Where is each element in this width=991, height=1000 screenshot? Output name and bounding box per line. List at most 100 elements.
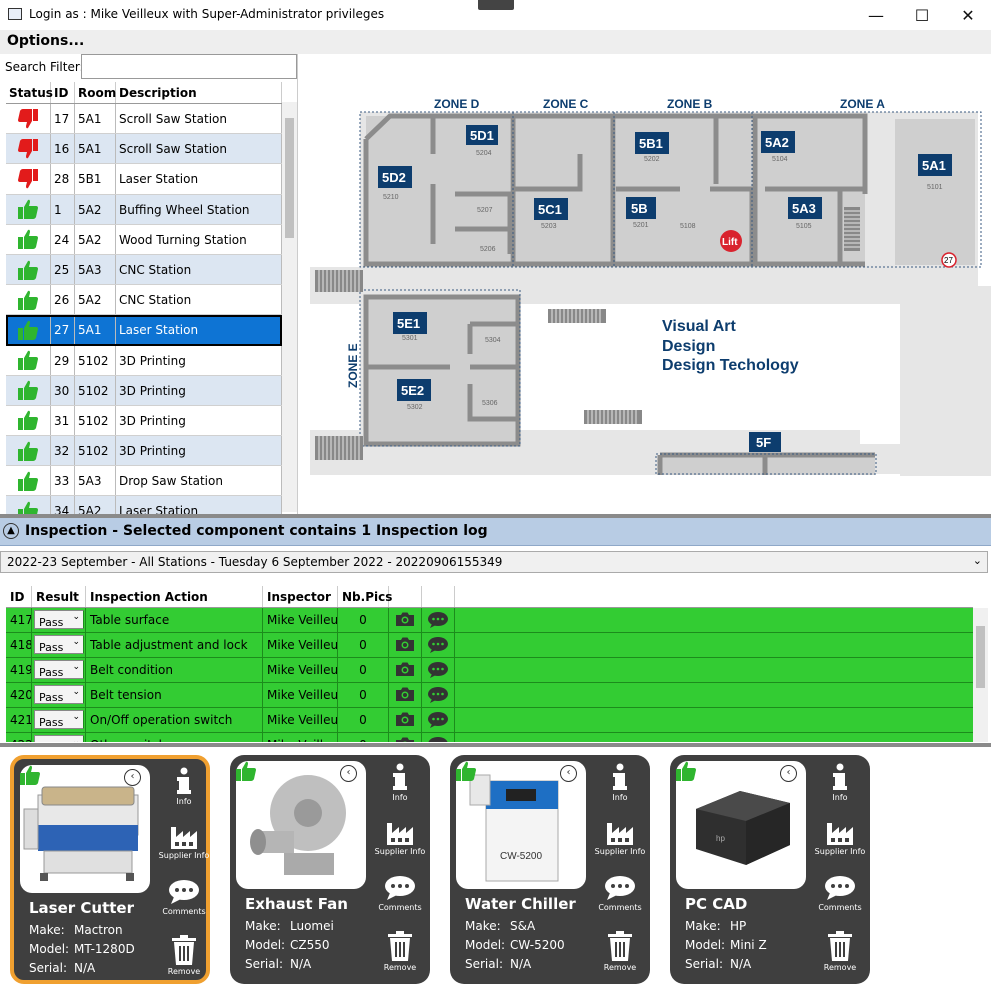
col-status[interactable]: Status (6, 82, 53, 103)
room-number: 5105 (796, 223, 812, 230)
comment-icon[interactable] (422, 633, 455, 657)
comments-button[interactable]: Comments (154, 879, 214, 916)
station-row[interactable]: 16 5A1 Scroll Saw Station (6, 134, 282, 165)
component-card[interactable]: hp ‹ PC CAD Make: HP Model: Mini Z Serial:… (670, 755, 870, 984)
station-description: Buffing Wheel Station (116, 194, 282, 224)
room-label[interactable]: 5A1 (922, 158, 946, 173)
remove-button[interactable]: Remove (590, 931, 650, 972)
result-select[interactable]: Pass ⌄ (34, 685, 84, 704)
room-label[interactable]: 5C1 (538, 202, 562, 217)
room-label[interactable]: 5B (631, 201, 648, 216)
inspection-log-select[interactable]: 2022-23 September - All Stations - Tuesd… (0, 551, 988, 573)
col-id[interactable]: ID (51, 82, 75, 103)
supplier-info-button[interactable]: Supplier Info (370, 819, 430, 856)
inspection-row[interactable]: 422 Pass ⌄ Other switches Mike Veilleux 0 (6, 733, 973, 742)
inspection-action: Table adjustment and lock (86, 633, 263, 657)
inspection-header[interactable]: ▲ Inspection - Selected component contai… (0, 518, 991, 546)
camera-icon[interactable] (389, 608, 422, 632)
component-card[interactable]: CW-5200 ‹ Water Chiller Make: S&A Model: C… (450, 755, 650, 984)
options-menu[interactable]: Options... (7, 33, 84, 49)
scrollbar-thumb[interactable] (976, 626, 985, 688)
station-row[interactable]: 1 5A2 Buffing Wheel Station (6, 194, 282, 225)
comments-button[interactable]: Comments (590, 875, 650, 912)
maximize-button[interactable]: ☐ (899, 0, 945, 30)
station-row[interactable]: 32 5102 3D Printing (6, 436, 282, 467)
camera-icon[interactable] (389, 733, 422, 742)
col-description[interactable]: Description (116, 82, 282, 103)
result-select[interactable]: Pass ⌄ (34, 660, 84, 679)
inspection-row[interactable]: 417 Pass ⌄ Table surface Mike Veilleux 0 (6, 608, 973, 633)
remove-button[interactable]: Remove (154, 935, 214, 976)
back-arrow-icon[interactable]: ‹ (124, 769, 141, 786)
station-row[interactable]: 29 5102 3D Printing (6, 345, 282, 376)
station-row[interactable]: 30 5102 3D Printing (6, 375, 282, 406)
inspection-scrollbar[interactable] (973, 608, 988, 742)
result-select[interactable]: Pass ⌄ (34, 635, 84, 654)
col-inspection-action[interactable]: Inspection Action (86, 586, 263, 607)
station-row[interactable]: 31 5102 3D Printing (6, 405, 282, 437)
room-label[interactable]: 5A3 (792, 201, 816, 216)
component-card[interactable]: ‹ Laser Cutter Make: Mactron Model: MT-128… (10, 755, 210, 984)
col-id[interactable]: ID (6, 586, 32, 607)
supplier-info-button[interactable]: Supplier Info (810, 819, 870, 856)
station-room: 5A1 (75, 104, 116, 134)
minimize-button[interactable]: — (853, 0, 899, 30)
result-select[interactable]: Pass ⌄ (34, 610, 84, 629)
room-label[interactable]: 5E2 (401, 383, 424, 398)
comment-icon[interactable] (422, 658, 455, 682)
comment-icon[interactable] (422, 683, 455, 707)
collapse-chevron-icon[interactable]: ▲ (3, 523, 19, 539)
comments-button[interactable]: Comments (810, 875, 870, 912)
result-select[interactable]: Pass ⌄ (34, 710, 84, 729)
col-room[interactable]: Room (75, 82, 116, 103)
supplier-info-button[interactable]: Supplier Info (590, 819, 650, 856)
station-row[interactable]: 26 5A2 CNC Station (6, 285, 282, 316)
comment-icon[interactable] (422, 708, 455, 732)
inspection-row[interactable]: 419 Pass ⌄ Belt condition Mike Veilleux 0 (6, 658, 973, 683)
camera-icon[interactable] (389, 708, 422, 732)
room-label[interactable]: 5B1 (639, 136, 663, 151)
col-result[interactable]: Result (32, 586, 86, 607)
scrollbar-thumb[interactable] (285, 118, 294, 238)
room-label[interactable]: 5D1 (470, 128, 494, 143)
inspection-row[interactable]: 418 Pass ⌄ Table adjustment and lock Mike… (6, 633, 973, 658)
inspection-row[interactable]: 420 Pass ⌄ Belt tension Mike Veilleux 0 (6, 683, 973, 708)
station-row[interactable]: 33 5A3 Drop Saw Station (6, 466, 282, 497)
room-label[interactable]: 5A2 (765, 135, 789, 150)
camera-icon[interactable] (389, 658, 422, 682)
remove-button[interactable]: Remove (370, 931, 430, 972)
info-button[interactable]: Info (370, 763, 430, 802)
room-label[interactable]: 5F (756, 435, 771, 450)
col-nb-pics[interactable]: Nb.Pics (338, 586, 392, 607)
col-inspector[interactable]: Inspector (263, 586, 338, 607)
drag-grip[interactable] (478, 0, 514, 10)
station-row[interactable]: 25 5A3 CNC Station (6, 254, 282, 286)
result-select[interactable]: Pass ⌄ (34, 735, 84, 742)
search-filter-input[interactable] (81, 54, 297, 79)
floor-map[interactable]: ZONE D ZONE C ZONE B ZONE A ZONE E 5D1 5… (300, 54, 991, 514)
room-label[interactable]: 5D2 (382, 170, 406, 185)
back-arrow-icon[interactable]: ‹ (340, 765, 357, 782)
camera-icon[interactable] (389, 633, 422, 657)
supplier-info-button[interactable]: Supplier Info (154, 823, 214, 860)
station-row[interactable]: 17 5A1 Scroll Saw Station (6, 104, 282, 135)
comments-button[interactable]: Comments (370, 875, 430, 912)
info-button[interactable]: Info (590, 763, 650, 802)
info-button[interactable]: Info (810, 763, 870, 802)
room-label[interactable]: 5E1 (397, 316, 420, 331)
station-list-scrollbar[interactable] (282, 102, 297, 512)
info-button[interactable]: Info (154, 767, 214, 806)
inspection-row[interactable]: 421 Pass ⌄ On/Off operation switch Mike V… (6, 708, 973, 733)
camera-icon[interactable] (389, 683, 422, 707)
comment-icon[interactable] (422, 608, 455, 632)
remove-button[interactable]: Remove (810, 931, 870, 972)
back-arrow-icon[interactable]: ‹ (560, 765, 577, 782)
thumbs-up-icon (6, 345, 51, 375)
close-button[interactable]: ✕ (945, 0, 991, 30)
back-arrow-icon[interactable]: ‹ (780, 765, 797, 782)
comment-icon[interactable] (422, 733, 455, 742)
station-row[interactable]: 27 5A1 Laser Station (6, 315, 282, 346)
station-row[interactable]: 24 5A2 Wood Turning Station (6, 224, 282, 255)
component-card[interactable]: ‹ Exhaust Fan Make: Luomei Model: CZ550 Se… (230, 755, 430, 984)
station-row[interactable]: 28 5B1 Laser Station (6, 164, 282, 195)
